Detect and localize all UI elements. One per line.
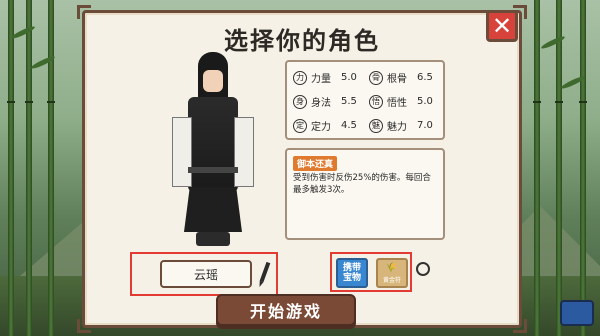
name-area: 云瑶 bbox=[130, 252, 278, 296]
watermark-decor bbox=[520, 300, 550, 324]
wisdom-icon: 悟 bbox=[369, 94, 383, 109]
charm-icon: 魅 bbox=[369, 118, 383, 133]
page-title: 选择你的角色 bbox=[224, 27, 380, 55]
stat-agility: 身 身法 5.5 bbox=[293, 94, 357, 109]
stat-focus: 定 定力 4.5 bbox=[293, 118, 357, 133]
stat-value: 5.5 bbox=[341, 96, 357, 107]
start-game-button[interactable]: 开始游戏 bbox=[216, 294, 356, 326]
stat-label: 根骨 bbox=[387, 74, 407, 85]
carry-treasure-button[interactable]: 携带 宝物 bbox=[336, 258, 368, 288]
stat-strength: 力 力量 5.0 bbox=[293, 70, 357, 85]
character-belt bbox=[188, 167, 238, 173]
stat-charm: 魅 魅力 7.0 bbox=[369, 118, 433, 133]
stat-wisdom: 悟 悟性 5.0 bbox=[369, 94, 433, 109]
stat-value: 5.0 bbox=[341, 72, 357, 83]
character-sleeve-right bbox=[234, 117, 254, 187]
corner-ornament bbox=[77, 319, 91, 333]
bamboo-decor bbox=[47, 0, 55, 336]
close-button[interactable]: ✕ bbox=[486, 10, 518, 42]
stat-label: 身法 bbox=[311, 98, 331, 109]
corner-ornament bbox=[77, 5, 91, 19]
skill-description: 受到伤害时反伤25%的伤害。每回合最多触发3次。 bbox=[293, 173, 431, 195]
close-icon: ✕ bbox=[491, 12, 513, 40]
agility-icon: 身 bbox=[293, 94, 307, 109]
focus-icon: 定 bbox=[293, 118, 307, 133]
stat-label: 定力 bbox=[311, 122, 331, 133]
character-sleeve-left bbox=[172, 117, 192, 187]
treasure-area: 携带 宝物 🌾 黄金符 bbox=[330, 252, 412, 292]
stat-value: 6.5 bbox=[417, 72, 433, 83]
character-name[interactable]: 云瑶 bbox=[160, 260, 252, 288]
stat-label: 魅力 bbox=[387, 122, 407, 133]
skill-panel: 御本还真 受到伤害时反伤25%的伤害。每回合最多触发3次。 bbox=[285, 148, 445, 240]
bamboo-decor bbox=[25, 0, 33, 336]
wheat-icon: 🌾 bbox=[386, 262, 398, 273]
bamboo-decor bbox=[555, 0, 563, 336]
bamboo-decor bbox=[579, 0, 587, 336]
skill-tag: 御本还真 bbox=[293, 156, 338, 171]
stat-label: 悟性 bbox=[387, 98, 407, 109]
yellow-item-label: 黄金符 bbox=[382, 276, 401, 284]
stat-value: 4.5 bbox=[341, 120, 357, 131]
stat-value: 5.0 bbox=[417, 96, 433, 107]
character-sprite bbox=[172, 52, 254, 252]
stat-label: 力量 bbox=[311, 74, 331, 85]
character-body bbox=[188, 97, 238, 192]
pencil-icon[interactable] bbox=[258, 260, 272, 290]
refresh-icon[interactable] bbox=[416, 262, 430, 276]
carry-label-line1: 携带 bbox=[342, 263, 361, 273]
character-face bbox=[203, 70, 223, 92]
stats-panel: 力 力量 5.0 骨 根骨 6.5 身 身法 5.5 悟 悟性 5.0 定 定力… bbox=[285, 60, 445, 140]
treasure-chest-icon[interactable] bbox=[560, 300, 594, 326]
character-feet bbox=[196, 232, 230, 246]
yellow-item-slot[interactable]: 🌾 黄金符 bbox=[376, 258, 408, 288]
root-bone-icon: 骨 bbox=[369, 70, 383, 85]
stat-root-bone: 骨 根骨 6.5 bbox=[369, 70, 433, 85]
stat-value: 7.0 bbox=[417, 120, 433, 131]
character-skirt bbox=[184, 187, 242, 232]
carry-label-line2: 宝物 bbox=[342, 273, 361, 283]
bamboo-decor bbox=[533, 0, 541, 336]
bamboo-decor bbox=[7, 0, 15, 336]
strength-icon: 力 bbox=[293, 70, 307, 85]
